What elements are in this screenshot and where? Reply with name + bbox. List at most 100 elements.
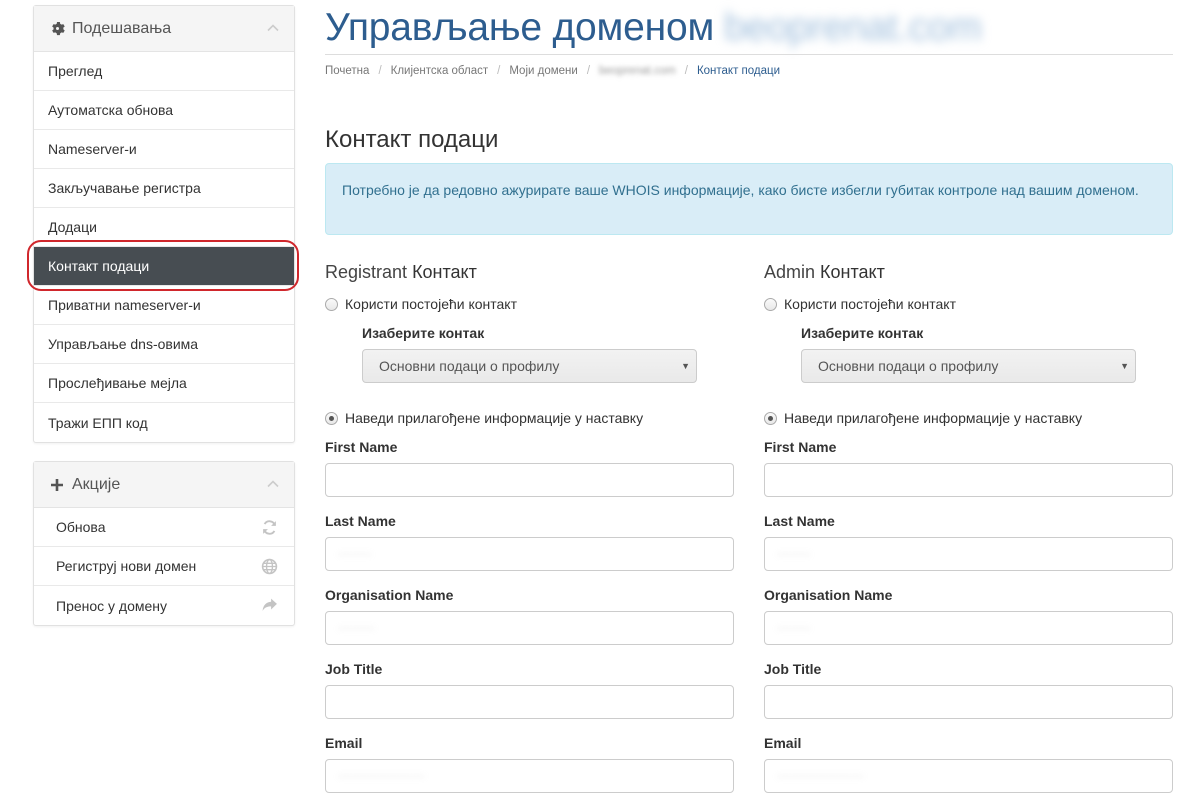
settings-panel: Подешавања Преглед Аутоматска обнова Nam… bbox=[33, 5, 295, 443]
input-value: ·························· bbox=[777, 770, 864, 782]
section-title: Контакт подаци bbox=[325, 126, 499, 153]
sidebar-item-auto-renew[interactable]: Аутоматска обнова bbox=[34, 91, 294, 130]
registrant-use-existing-option[interactable]: Користи постојећи контакт bbox=[325, 294, 517, 314]
registrant-contact-select[interactable]: Основни подаци о профилу ▼ bbox=[362, 349, 697, 383]
registrant-organisation-input[interactable]: ··········· bbox=[325, 611, 734, 645]
registrant-email-input[interactable]: ·························· bbox=[325, 759, 734, 793]
admin-job-title-input[interactable] bbox=[764, 685, 1173, 719]
breadcrumb-separator: / bbox=[684, 65, 688, 77]
sidebar-item-label: Nameserver-и bbox=[48, 141, 137, 157]
domain-name-redacted: beoprenat.com bbox=[724, 6, 982, 49]
whois-info-alert: Потребно је да редовно ажурирате ваше WH… bbox=[325, 163, 1173, 235]
registrant-job-title-label: Job Title bbox=[325, 661, 383, 677]
sidebar-item-label: Тражи ЕПП код bbox=[48, 414, 148, 431]
registrant-custom-label: Наведи прилагођене информације у наставк… bbox=[345, 410, 644, 426]
sidebar-item-label: Контакт подаци bbox=[48, 258, 150, 274]
settings-panel-header[interactable]: Подешавања bbox=[34, 6, 294, 52]
registrant-title-main: Контакт bbox=[412, 262, 477, 282]
share-arrow-icon bbox=[262, 598, 277, 611]
gear-icon bbox=[48, 21, 66, 36]
admin-use-existing-option[interactable]: Користи постојећи контакт bbox=[764, 294, 956, 314]
sidebar-item-epp-code[interactable]: Тражи ЕПП код bbox=[34, 403, 294, 442]
sidebar-item-addons[interactable]: Додаци bbox=[34, 208, 294, 247]
sidebar-item-label: Аутоматска обнова bbox=[48, 102, 174, 118]
registrant-custom-radio[interactable] bbox=[325, 411, 338, 425]
actions-panel: Акције Обнова Региструј нови домен Прено… bbox=[33, 461, 295, 626]
registrant-use-existing-radio[interactable] bbox=[325, 297, 338, 311]
admin-custom-option[interactable]: Наведи прилагођене информације у наставк… bbox=[764, 408, 1082, 428]
registrant-contact-title: Registrant Контакт bbox=[325, 262, 734, 287]
admin-organisation-input[interactable]: ·········· bbox=[764, 611, 1173, 645]
admin-first-name-input[interactable] bbox=[764, 463, 1173, 497]
sidebar-item-dns-management[interactable]: Управљање dns-овима bbox=[34, 325, 294, 364]
actions-panel-header[interactable]: Акције bbox=[34, 462, 294, 508]
action-label: Региструј нови домен bbox=[56, 558, 197, 574]
title-divider bbox=[325, 54, 1173, 55]
sidebar-item-nameservers[interactable]: Nameserver-и bbox=[34, 130, 294, 169]
breadcrumb-separator: / bbox=[586, 65, 591, 77]
registrant-contact-column: Registrant Контакт Користи постојећи кон… bbox=[325, 262, 734, 793]
chevron-up-icon[interactable] bbox=[266, 21, 280, 35]
globe-icon bbox=[261, 558, 278, 575]
input-value: ·········· bbox=[338, 548, 372, 560]
admin-contact-title: Admin Контакт bbox=[764, 262, 1173, 287]
sidebar-item-label: Додаци bbox=[48, 219, 97, 235]
admin-contact-select[interactable]: Основни подаци о профилу ▼ bbox=[801, 349, 1136, 383]
registrant-email-label: Email bbox=[325, 735, 363, 751]
registrant-use-existing-label: Користи постојећи контакт bbox=[345, 296, 518, 312]
action-register-domain[interactable]: Региструј нови домен bbox=[34, 547, 294, 586]
page-title-text: Управљање доменом bbox=[325, 6, 715, 49]
breadcrumb-client-area[interactable]: Клијентска област bbox=[391, 65, 489, 77]
input-value: ··········· bbox=[338, 622, 375, 634]
admin-use-existing-label: Користи постојећи контакт bbox=[784, 296, 957, 312]
chevron-up-icon[interactable] bbox=[266, 477, 280, 491]
action-transfer-domain[interactable]: Пренос у домену bbox=[34, 586, 294, 625]
registrant-title-light: Registrant bbox=[325, 262, 408, 282]
sidebar-item-label: Управљање dns-овима bbox=[48, 336, 199, 352]
action-label: Пренос у домену bbox=[56, 597, 168, 614]
settings-panel-title: Подешавања bbox=[72, 19, 172, 37]
input-value: ·········· bbox=[777, 622, 811, 634]
admin-contact-select-value: Основни подаци о профилу bbox=[818, 358, 999, 374]
admin-use-existing-radio[interactable] bbox=[764, 297, 777, 311]
admin-email-input[interactable]: ·························· bbox=[764, 759, 1173, 793]
admin-first-name-label: First Name bbox=[764, 439, 837, 455]
registrant-contact-select-value: Основни подаци о профилу bbox=[379, 358, 560, 374]
registrant-last-name-label: Last Name bbox=[325, 513, 396, 529]
sidebar-item-label: Закључавање регистра bbox=[48, 180, 201, 196]
admin-contact-column: Admin Контакт Користи постојећи контакт … bbox=[764, 262, 1173, 793]
page-title: Управљање доменом beoprenat.com bbox=[325, 6, 982, 50]
registrant-job-title-input[interactable] bbox=[325, 685, 734, 719]
admin-organisation-label: Organisation Name bbox=[764, 587, 893, 603]
sidebar-item-private-nameservers[interactable]: Приватни nameserver-и bbox=[34, 286, 294, 325]
registrant-last-name-input[interactable]: ·········· bbox=[325, 537, 734, 571]
admin-job-title-label: Job Title bbox=[764, 661, 822, 677]
breadcrumb-separator: / bbox=[497, 65, 501, 77]
registrant-first-name-label: First Name bbox=[325, 439, 398, 455]
refresh-icon bbox=[263, 520, 276, 535]
sidebar-item-email-forwarding[interactable]: Прослеђивање мејла bbox=[34, 364, 294, 403]
breadcrumb-domain[interactable]: beoprenat.com bbox=[599, 65, 676, 77]
registrant-first-name-input[interactable] bbox=[325, 463, 734, 497]
sidebar-item-label: Прослеђивање мејла bbox=[48, 375, 187, 391]
actions-panel-title: Акције bbox=[72, 475, 121, 493]
registrant-custom-option[interactable]: Наведи прилагођене информације у наставк… bbox=[325, 408, 643, 428]
registrant-choose-contact-label: Изаберите контак bbox=[362, 325, 485, 341]
admin-choose-contact-label: Изаберите контак bbox=[801, 325, 924, 341]
sidebar-item-contact-info[interactable]: Контакт подаци bbox=[34, 247, 294, 286]
admin-custom-label: Наведи прилагођене информације у наставк… bbox=[784, 410, 1083, 426]
admin-title-light: Admin bbox=[764, 262, 816, 282]
admin-last-name-input[interactable]: ·········· bbox=[764, 537, 1173, 571]
breadcrumb: Почетна / Клијентска област / Моји домен… bbox=[325, 65, 780, 77]
admin-custom-radio[interactable] bbox=[764, 411, 777, 425]
action-renew[interactable]: Обнова bbox=[34, 508, 294, 547]
breadcrumb-my-domains[interactable]: Моји домени bbox=[509, 65, 577, 77]
plus-icon bbox=[48, 478, 66, 492]
sidebar-item-overview[interactable]: Преглед bbox=[34, 52, 294, 91]
input-value: ·························· bbox=[338, 770, 425, 782]
dropdown-arrow-icon: ▼ bbox=[1120, 361, 1129, 371]
breadcrumb-home[interactable]: Почетна bbox=[325, 65, 369, 77]
admin-email-label: Email bbox=[764, 735, 802, 751]
sidebar-item-registrar-lock[interactable]: Закључавање регистра bbox=[34, 169, 294, 208]
action-label: Обнова bbox=[56, 519, 106, 535]
